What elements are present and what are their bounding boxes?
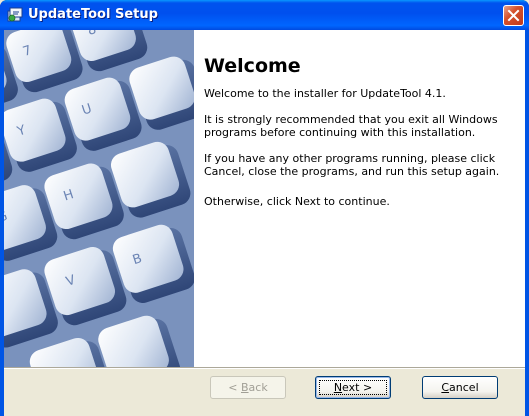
recommend-text: It is strongly recommended that you exit… [204, 113, 498, 139]
title-bar[interactable]: UpdateTool Setup [0, 0, 529, 30]
back-button-label: ack [248, 381, 268, 394]
back-button-mnemonic: B [241, 381, 249, 394]
next-button[interactable]: Next > [315, 376, 391, 399]
dialog-body: 6 7 8 T Y U G H V B Welcome Welcome to t… [4, 30, 525, 416]
cancel-button[interactable]: Cancel [422, 376, 498, 399]
keyboard-illustration: 6 7 8 T Y U G H V B [4, 30, 194, 367]
welcome-heading: Welcome [204, 55, 301, 77]
cancel-button-mnemonic: C [441, 381, 450, 394]
close-icon [507, 9, 520, 22]
welcome-panel: Welcome Welcome to the installer for Upd… [194, 30, 525, 367]
intro-text: Welcome to the installer for UpdateTool … [204, 87, 446, 100]
continue-text: Otherwise, click Next to continue. [204, 195, 390, 208]
window-frame-right [525, 30, 529, 416]
button-area-separator [4, 367, 525, 369]
close-button[interactable] [503, 5, 524, 26]
setup-app-icon [7, 7, 23, 22]
keyboard-banner-image: 6 7 8 T Y U G H V B [4, 30, 194, 367]
back-button-prefix: < [228, 381, 241, 394]
back-button[interactable]: < Back [210, 376, 286, 399]
setup-window: UpdateTool Setup 7 8 Y U G H V B Welcome… [0, 0, 529, 416]
focus-rectangle [319, 380, 387, 395]
window-title: UpdateTool Setup [28, 7, 158, 22]
other-programs-text: If you have any other programs running, … [204, 152, 500, 178]
cancel-button-label: ancel [449, 381, 479, 394]
